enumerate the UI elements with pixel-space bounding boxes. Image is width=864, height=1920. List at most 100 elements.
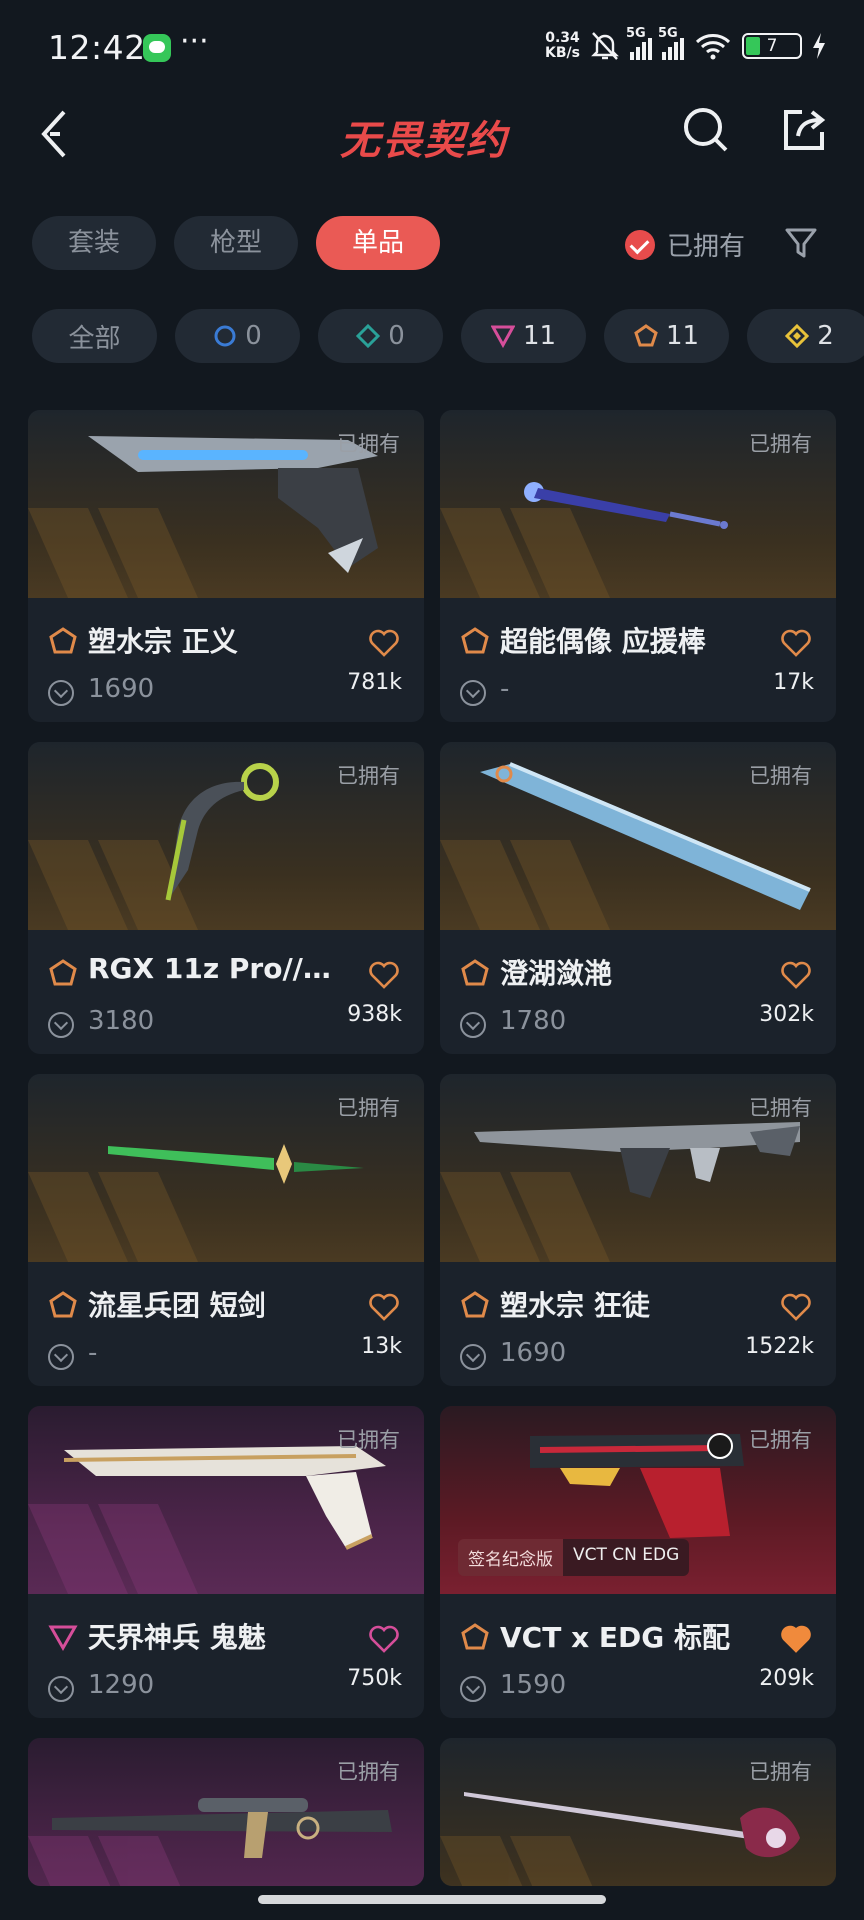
favorite-heart-icon[interactable] [368, 960, 400, 990]
skin-info: 塑水宗 狂徒 1690 1522k [440, 1262, 836, 1386]
owned-tag: 已拥有 [749, 432, 812, 456]
skin-name: 塑水宗 正义 [88, 625, 238, 658]
charging-icon [813, 33, 825, 59]
skin-artwork: 已拥有 [28, 1406, 424, 1594]
skin-info: 流星兵团 短剑 - 13k [28, 1262, 424, 1386]
owned-tag: 已拥有 [337, 1096, 400, 1120]
sheriff-weapon-image [63, 1446, 386, 1550]
skin-info: 超能偶像 应援棒 - 17k [440, 598, 836, 722]
valorant-points-icon [460, 1344, 486, 1370]
skin-card[interactable]: 签名纪念版 VCT CN EDG 已拥有 VCT x EDG 标配 1590 2… [440, 1406, 836, 1718]
skin-info: 天界神兵 鬼魅 1290 750k [28, 1594, 424, 1718]
chip-green-count: 0 [388, 321, 405, 351]
valorant-points-icon [460, 1012, 486, 1038]
skin-card[interactable]: 已拥有 [440, 1738, 836, 1886]
favorite-heart-filled-icon[interactable] [780, 1624, 812, 1654]
deluxe-tier-icon [461, 959, 489, 986]
chip-premium-count: 11 [522, 321, 557, 351]
skin-price: 1690 [88, 674, 155, 704]
badge-edition-label: 签名纪念版 [458, 1539, 563, 1576]
skin-card[interactable]: 已拥有 澄湖潋滟 1780 302k [440, 742, 836, 1054]
skin-card[interactable]: 已拥有 RGX 11z Pro//3... 3180 938k [28, 742, 424, 1054]
app-logo-title: 无畏契约 [340, 118, 508, 164]
favorite-heart-icon[interactable] [368, 628, 400, 658]
like-count: 209k [759, 1666, 814, 1691]
more-notifications-icon: ··· [180, 24, 209, 59]
like-count: 302k [759, 1002, 814, 1027]
favorite-heart-icon[interactable] [780, 960, 812, 990]
karambit-melee-image [165, 763, 279, 901]
skin-artwork: 已拥有 [440, 1738, 836, 1886]
badge-team-label: VCT CN EDG [563, 1539, 690, 1576]
skin-name: RGX 11z Pro//3... [88, 952, 338, 985]
sim2-label: 5G [658, 26, 678, 41]
chip-deluxe-tier[interactable]: 11 [604, 309, 729, 363]
skin-card[interactable]: 已拥有 塑水宗 狂徒 1690 1522k [440, 1074, 836, 1386]
owned-tag: 已拥有 [337, 764, 400, 788]
valorant-points-icon [48, 1344, 74, 1370]
skin-price: 1780 [500, 1006, 567, 1036]
category-tabs: 套装 枪型 单品 [32, 216, 441, 270]
skin-card[interactable]: 已拥有 塑水宗 正义 1690 781k [28, 410, 424, 722]
sim1-label: 5G [626, 26, 646, 41]
message-notification-icon [143, 34, 171, 62]
skin-card[interactable]: 已拥有 超能偶像 应援棒 - 17k [440, 410, 836, 722]
home-indicator[interactable] [258, 1895, 606, 1904]
tab-single-items[interactable]: 单品 [316, 216, 441, 270]
share-icon[interactable] [780, 106, 828, 154]
chip-deluxe-count: 11 [665, 321, 700, 351]
owned-tag: 已拥有 [749, 1760, 812, 1784]
skin-artwork: 已拥有 [440, 742, 836, 930]
diamond-tier-icon [356, 324, 381, 348]
favorite-heart-icon[interactable] [368, 1624, 400, 1654]
chip-select-tier[interactable]: 0 [175, 309, 300, 363]
chip-premium-tier[interactable]: 11 [461, 309, 586, 363]
chip-all[interactable]: 全部 [32, 309, 157, 363]
skin-card[interactable]: 已拥有 [28, 1738, 424, 1886]
sniper-weapon-image [52, 1798, 392, 1858]
owned-filter-toggle[interactable]: 已拥有 [625, 226, 745, 263]
skin-info: RGX 11z Pro//3... 3180 938k [28, 930, 424, 1054]
rapier-melee-image [464, 1792, 800, 1858]
skin-name: 塑水宗 狂徒 [500, 1289, 650, 1322]
skin-grid: 已拥有 塑水宗 正义 1690 781k 已拥有 超能偶像 应援棒 - 17k … [28, 410, 836, 1886]
skin-artwork: 已拥有 [440, 410, 836, 598]
chip-exclusive-tier[interactable]: 2 [747, 309, 864, 363]
status-indicators: 0.34 KB/s 5G 5G 7 [545, 26, 826, 62]
chip-deluxe-green-tier[interactable]: 0 [318, 309, 443, 363]
favorite-heart-icon[interactable] [780, 628, 812, 658]
signal-sim1-icon: 5G [626, 26, 652, 60]
skin-info: 塑水宗 正义 1690 781k [28, 598, 424, 722]
tab-weapon-types[interactable]: 枪型 [174, 216, 299, 270]
lightstick-melee-image [524, 482, 728, 529]
skin-card[interactable]: 已拥有 流星兵团 短剑 - 13k [28, 1074, 424, 1386]
favorite-heart-icon[interactable] [780, 1292, 812, 1322]
favorite-heart-icon[interactable] [368, 1292, 400, 1322]
gold-diamond-tier-icon [785, 324, 810, 348]
like-count: 17k [773, 670, 814, 695]
skin-price: 3180 [88, 1006, 155, 1036]
skin-artwork: 签名纪念版 VCT CN EDG 已拥有 [440, 1406, 836, 1594]
top-header: 无畏契约 [0, 96, 864, 226]
skin-artwork: 已拥有 [440, 1074, 836, 1262]
filter-funnel-icon[interactable] [784, 226, 818, 260]
owned-filter-label: 已拥有 [667, 232, 746, 262]
tab-bundles[interactable]: 套装 [32, 216, 157, 270]
battery-icon: 7 [742, 33, 802, 59]
rarity-filter-chips: 全部 0 0 11 11 2 [32, 309, 864, 363]
skin-name: VCT x EDG 标配 [500, 1621, 730, 1654]
skin-card[interactable]: 已拥有 天界神兵 鬼魅 1290 750k [28, 1406, 424, 1718]
search-icon[interactable] [682, 106, 730, 154]
deluxe-tier-icon [49, 959, 77, 986]
back-arrow-icon[interactable] [36, 106, 76, 162]
valorant-points-icon [48, 680, 74, 706]
owned-tag: 已拥有 [749, 1096, 812, 1120]
skin-artwork: 已拥有 [28, 742, 424, 930]
skin-price: - [500, 674, 510, 704]
skin-artwork: 已拥有 [28, 410, 424, 598]
skin-artwork: 已拥有 [28, 1074, 424, 1262]
skin-info: VCT x EDG 标配 1590 209k [440, 1594, 836, 1718]
pentagon-tier-icon [634, 324, 658, 347]
deluxe-tier-icon [461, 1291, 489, 1318]
status-bar: 12:42 ··· 0.34 KB/s 5G 5G 7 [0, 0, 864, 96]
